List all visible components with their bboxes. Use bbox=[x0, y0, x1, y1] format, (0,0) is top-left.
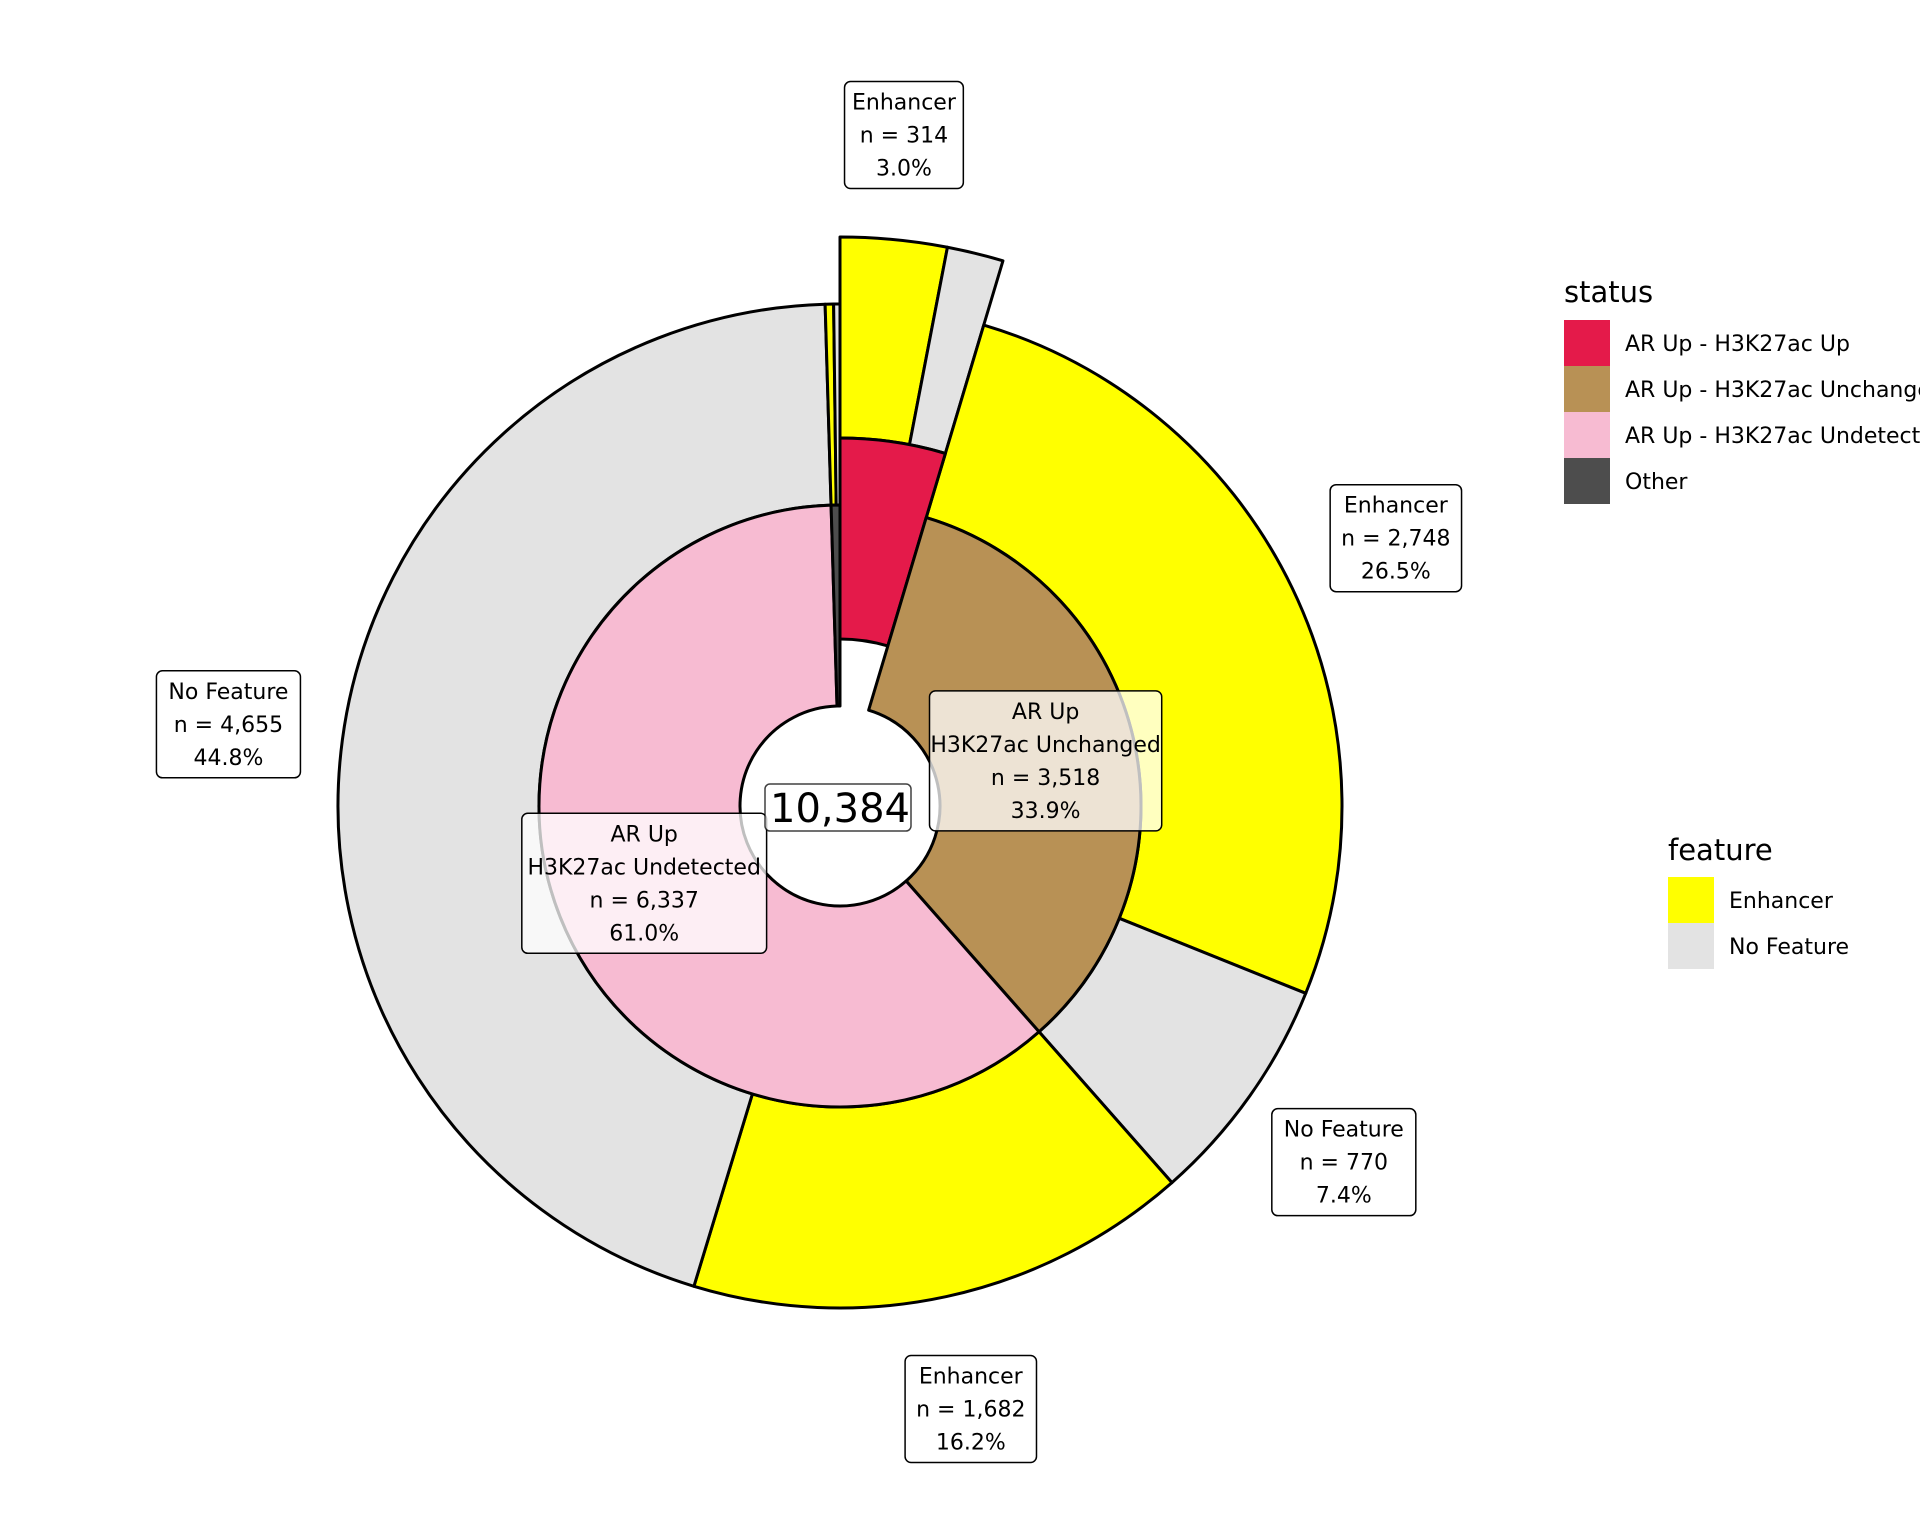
label-up-enhancer-line: 3.0% bbox=[876, 157, 932, 182]
legend-label: Other bbox=[1625, 470, 1688, 495]
label-unchanged-no-feature: No Feature n = 770 7.4% bbox=[1271, 1107, 1417, 1217]
label-inner-undetected: AR Up H3K27ac Undetected n = 6,337 61.0% bbox=[521, 812, 768, 955]
label-undetected-enhancer-line: 16.2% bbox=[936, 1430, 1006, 1455]
label-up-enhancer-line: n = 314 bbox=[860, 124, 948, 149]
label-undetected-enhancer-line: n = 1,682 bbox=[916, 1397, 1025, 1422]
legend-swatch-other bbox=[1564, 458, 1610, 504]
label-unchanged-enhancer: Enhancer n = 2,748 26.5% bbox=[1329, 483, 1463, 593]
legend-swatch-ar-up-h3k27ac-unchanged bbox=[1564, 366, 1610, 412]
legend-status-title: status bbox=[1564, 275, 1653, 309]
center-total-label: 10,384 bbox=[770, 786, 910, 832]
label-up-enhancer: Enhancer n = 314 3.0% bbox=[843, 80, 965, 190]
label-undetected-no-feature-line: n = 4,655 bbox=[174, 713, 283, 738]
label-unchanged-no-feature-line: No Feature bbox=[1284, 1118, 1404, 1143]
outer-ring bbox=[336, 235, 1344, 1310]
legend-swatch-enhancer bbox=[1668, 877, 1714, 923]
label-undetected-no-feature-line: 44.8% bbox=[193, 746, 263, 771]
label-up-enhancer-line: Enhancer bbox=[852, 91, 957, 116]
label-inner-unchanged-line: n = 3,518 bbox=[991, 766, 1100, 791]
label-inner-undetected-line: AR Up bbox=[611, 822, 678, 847]
label-inner-undetected-line: H3K27ac Undetected bbox=[527, 855, 760, 880]
center-total: 10,384 bbox=[764, 783, 912, 832]
label-inner-unchanged-line: H3K27ac Unchanged bbox=[930, 733, 1161, 758]
legend-swatch-no-feature bbox=[1668, 923, 1714, 969]
legend-label: AR Up - H3K27ac Undetected bbox=[1625, 424, 1920, 449]
label-unchanged-enhancer-line: n = 2,748 bbox=[1341, 527, 1450, 552]
label-undetected-enhancer: Enhancer n = 1,682 16.2% bbox=[904, 1354, 1038, 1464]
legend-status: status AR Up - H3K27ac Up AR Up - H3K27ac… bbox=[1564, 275, 1920, 504]
label-unchanged-enhancer-line: Enhancer bbox=[1344, 494, 1449, 519]
label-undetected-enhancer-line: Enhancer bbox=[919, 1364, 1024, 1389]
legend-feature-title: feature bbox=[1668, 833, 1773, 867]
label-unchanged-no-feature-line: n = 770 bbox=[1300, 1151, 1388, 1176]
legend-label: No Feature bbox=[1729, 935, 1849, 960]
label-unchanged-no-feature-line: 7.4% bbox=[1316, 1184, 1372, 1209]
legend-feature: feature Enhancer No Feature bbox=[1668, 833, 1849, 969]
label-inner-unchanged-line: 33.9% bbox=[1011, 799, 1081, 824]
legend-swatch-ar-up-h3k27ac-undetected bbox=[1564, 412, 1610, 458]
label-inner-undetected-line: 61.0% bbox=[609, 921, 679, 946]
legend-label: Enhancer bbox=[1729, 889, 1834, 914]
legend-label: AR Up - H3K27ac Unchanged bbox=[1625, 378, 1920, 403]
label-undetected-no-feature: No Feature n = 4,655 44.8% bbox=[155, 670, 302, 779]
label-inner-unchanged: AR Up H3K27ac Unchanged n = 3,518 33.9% bbox=[928, 690, 1163, 832]
label-inner-unchanged-line: AR Up bbox=[1012, 700, 1079, 725]
nested-donut-chart: Enhancer n = 314 3.0% Enhancer n = 2,748 26.5… bbox=[155, 80, 1920, 1464]
legend-label: AR Up - H3K27ac Up bbox=[1625, 332, 1850, 357]
label-unchanged-enhancer-line: 26.5% bbox=[1361, 560, 1431, 585]
label-inner-undetected-line: n = 6,337 bbox=[590, 888, 699, 913]
legend-swatch-ar-up-h3k27ac-up bbox=[1564, 320, 1610, 366]
label-undetected-no-feature-line: No Feature bbox=[168, 680, 288, 705]
